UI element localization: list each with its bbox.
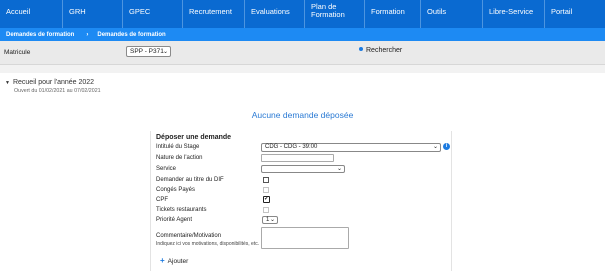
tickets-checkbox[interactable]	[263, 207, 269, 213]
ajouter-button[interactable]: + Ajouter	[160, 256, 188, 265]
priorite-label: Priorité Agent	[156, 217, 193, 223]
plus-icon: +	[160, 256, 165, 265]
tickets-label: Tickets restaurants	[156, 207, 207, 213]
dif-label: Demander au titre du DIF	[156, 177, 224, 183]
empty-message: Aucune demande déposée	[251, 110, 354, 120]
search-button[interactable]: Rechercher	[359, 47, 402, 54]
main-panel: ▼ Recueil pour l'année 2022 Ouvert du 01/…	[0, 73, 605, 271]
cpf-checkbox[interactable]: ✓	[263, 196, 270, 203]
nav-item-accueil[interactable]: Accueil	[0, 0, 63, 28]
cpf-label: CPF	[156, 197, 168, 203]
service-select[interactable]: ⌄	[261, 165, 345, 173]
checkmark-icon: ✓	[264, 196, 270, 202]
chevron-down-icon: ⌄	[269, 217, 275, 223]
bullet-icon	[359, 47, 363, 51]
collapse-triangle-icon: ▼	[5, 80, 10, 86]
chevron-down-icon: ⌄	[432, 144, 438, 150]
service-label: Service	[156, 166, 177, 172]
matricule-select[interactable]: SPP - P371 ⌄	[126, 46, 171, 57]
chevron-down-icon: ⌄	[162, 49, 168, 55]
nature-input[interactable]	[261, 154, 334, 162]
breadcrumb-item-2[interactable]: Demandes de formation	[97, 32, 165, 38]
nav-item-recrutement[interactable]: Recrutement	[183, 0, 245, 28]
priorite-value: 1	[266, 217, 270, 223]
commentaire-hint: Indiquez ici vos motivations, disponibil…	[156, 241, 260, 247]
nav-item-grh[interactable]: GRH	[63, 0, 123, 28]
intitule-label: Intitulé du Stage	[156, 144, 200, 150]
conges-checkbox[interactable]	[263, 187, 269, 193]
recueil-title: Recueil pour l'année 2022	[12, 79, 95, 86]
recueil-toggle[interactable]: ▼ Recueil pour l'année 2022	[5, 79, 94, 86]
info-icon[interactable]: i	[443, 143, 450, 150]
nature-label: Nature de l'action	[156, 155, 203, 161]
top-navigation: Accueil GRH GPEC Recrutement Evaluations…	[0, 0, 605, 28]
recueil-period: Ouvert du 01/02/2021 au 07/02/2021	[14, 88, 101, 94]
conges-label: Congés Payés	[156, 187, 196, 193]
chevron-down-icon: ⌄	[336, 166, 342, 172]
intitule-select[interactable]: CDG - CDG - 39:00 ⌄	[261, 143, 441, 152]
nav-item-gpec[interactable]: GPEC	[123, 0, 183, 28]
nav-item-formation[interactable]: Formation	[365, 0, 421, 28]
dif-checkbox[interactable]	[263, 177, 269, 183]
ajouter-label: Ajouter	[167, 258, 189, 265]
intitule-value: CDG - CDG - 39:00	[265, 144, 318, 150]
priorite-select[interactable]: 1 ⌄	[262, 216, 278, 224]
form-title: Déposer une demande	[156, 134, 232, 141]
commentaire-textarea[interactable]	[261, 227, 349, 249]
commentaire-label: Commentaire/Motivation	[156, 233, 222, 239]
breadcrumb-separator-icon: ›	[86, 31, 89, 38]
nav-item-evaluations[interactable]: Evaluations	[245, 0, 305, 28]
search-label: Rechercher	[366, 47, 403, 54]
breadcrumb: Demandes de formation › Demandes de form…	[0, 28, 605, 41]
matricule-value: SPP - P371	[130, 48, 164, 55]
deposit-form: Déposer une demande Intitulé du Stage CD…	[150, 131, 452, 271]
matricule-filter-bar: Matricule SPP - P371 ⌄ Rechercher	[0, 41, 605, 65]
nav-item-libre-service[interactable]: Libre-Service	[483, 0, 545, 28]
nav-item-portail[interactable]: Portail	[545, 0, 605, 28]
matricule-label: Matricule	[4, 49, 31, 56]
breadcrumb-item-1[interactable]: Demandes de formation	[6, 32, 74, 38]
nav-item-plan-de-formation[interactable]: Plan de Formation	[305, 0, 365, 28]
nav-item-outils[interactable]: Outils	[421, 0, 483, 28]
